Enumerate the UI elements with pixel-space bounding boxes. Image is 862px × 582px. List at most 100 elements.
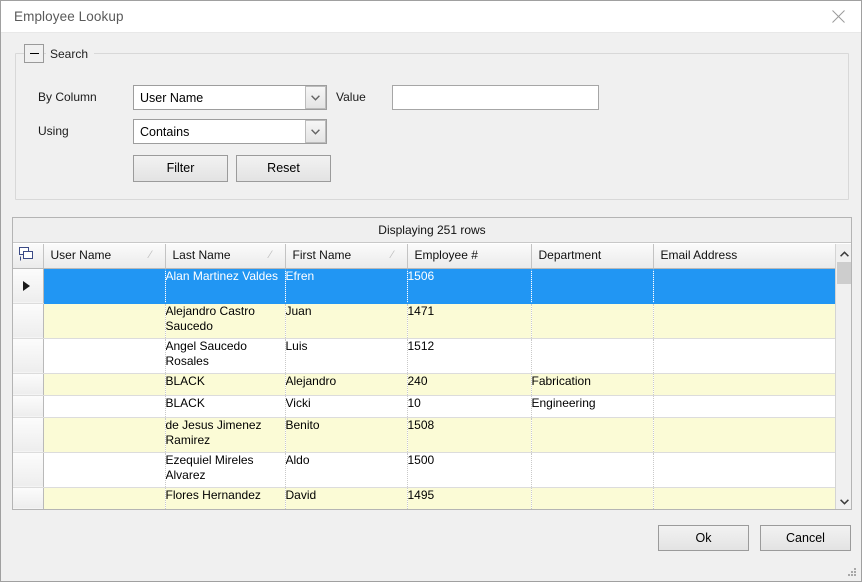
table-cell[interactable]: 1512: [407, 338, 532, 374]
employee-grid-panel: Displaying 251 rows User Name ⁄ Last Nam…: [12, 217, 852, 510]
table-cell[interactable]: Efren: [285, 268, 408, 304]
table-cell[interactable]: Benito: [285, 417, 408, 453]
row-header-cell[interactable]: [13, 338, 44, 374]
table-cell[interactable]: 10: [407, 395, 532, 418]
table-cell[interactable]: [653, 452, 838, 488]
grid-vertical-scrollbar[interactable]: [835, 244, 851, 509]
table-cell[interactable]: 1471: [407, 303, 532, 339]
table-cell[interactable]: de Jesus Jimenez Ramirez: [165, 417, 286, 453]
table-cell[interactable]: Alan Martinez Valdes: [165, 268, 286, 304]
table-cell[interactable]: Engineering: [531, 395, 654, 418]
row-header-cell[interactable]: [13, 268, 44, 304]
employee-lookup-dialog: Employee Lookup Search By Column User Na…: [0, 0, 862, 582]
chevron-down-icon[interactable]: [305, 86, 326, 109]
collapse-search-button[interactable]: [24, 44, 44, 63]
table-cell[interactable]: Flores Hernandez: [165, 487, 286, 509]
table-row[interactable]: Alejandro Castro Saucedo Juan 1471: [13, 303, 838, 339]
table-cell[interactable]: [653, 268, 838, 304]
sort-glyph-icon[interactable]: ⁄: [150, 249, 158, 261]
table-cell[interactable]: 1495: [407, 487, 532, 509]
row-header-cell[interactable]: [13, 452, 44, 488]
close-button[interactable]: [815, 1, 861, 32]
row-header-cell[interactable]: [13, 373, 44, 396]
table-header-row: User Name ⁄ Last Name ⁄ First Name ⁄ Emp…: [13, 244, 838, 269]
table-row[interactable]: BLACK Alejandro 240 Fabrication: [13, 373, 838, 396]
table-cell[interactable]: 1506: [407, 268, 532, 304]
table-cell[interactable]: [531, 487, 654, 509]
table-body: Alan Martinez Valdes Efren 1506 Alejandro C…: [13, 268, 838, 509]
table-cell[interactable]: Alejandro: [285, 373, 408, 396]
resize-grip-icon[interactable]: [846, 566, 858, 578]
column-header-email-address[interactable]: Email Address: [653, 244, 838, 269]
table-cell[interactable]: Aldo: [285, 452, 408, 488]
column-header-first-name[interactable]: First Name ⁄: [285, 244, 408, 269]
select-all-corner[interactable]: [13, 244, 44, 269]
table-cell[interactable]: [531, 417, 654, 453]
table-cell[interactable]: Luis: [285, 338, 408, 374]
row-header-cell[interactable]: [13, 417, 44, 453]
row-header-cell[interactable]: [13, 303, 44, 339]
table-cell[interactable]: [43, 338, 166, 374]
row-header-cell[interactable]: [13, 487, 44, 509]
table-cell[interactable]: [531, 338, 654, 374]
reset-button[interactable]: Reset: [236, 155, 331, 182]
row-header-cell[interactable]: [13, 395, 44, 418]
table-cell[interactable]: [653, 487, 838, 509]
grid-scroll-region[interactable]: User Name ⁄ Last Name ⁄ First Name ⁄ Emp…: [13, 244, 851, 509]
table-cell[interactable]: 1508: [407, 417, 532, 453]
chevron-down-icon[interactable]: [305, 120, 326, 143]
title-bar: Employee Lookup: [1, 1, 861, 33]
table-cell[interactable]: Angel Saucedo Rosales: [165, 338, 286, 374]
by-column-select[interactable]: User Name: [133, 85, 327, 110]
column-header-user-name[interactable]: User Name ⁄: [43, 244, 166, 269]
table-cell[interactable]: [653, 303, 838, 339]
table-cell[interactable]: Vicki: [285, 395, 408, 418]
sort-glyph-icon[interactable]: ⁄: [270, 249, 278, 261]
table-cell[interactable]: [531, 452, 654, 488]
row-selector-arrow-icon: [23, 280, 30, 291]
table-cell[interactable]: [43, 373, 166, 396]
table-cell[interactable]: [43, 487, 166, 509]
scrollbar-thumb[interactable]: [837, 262, 851, 284]
column-label: Email Address: [660, 248, 738, 262]
sort-glyph-icon[interactable]: ⁄: [392, 249, 400, 261]
table-cell[interactable]: [531, 303, 654, 339]
scroll-up-button[interactable]: [836, 244, 852, 261]
table-cell[interactable]: David: [285, 487, 408, 509]
column-header-employee-number[interactable]: Employee #: [407, 244, 532, 269]
table-cell[interactable]: Ezequiel Mireles Alvarez: [165, 452, 286, 488]
table-cell[interactable]: [653, 373, 838, 396]
table-cell[interactable]: [43, 268, 166, 304]
table-cell[interactable]: [43, 417, 166, 453]
table-cell[interactable]: [653, 338, 838, 374]
table-cell[interactable]: [531, 268, 654, 304]
table-row[interactable]: Alan Martinez Valdes Efren 1506: [13, 268, 838, 304]
column-header-last-name[interactable]: Last Name ⁄: [165, 244, 286, 269]
table-cell[interactable]: Alejandro Castro Saucedo: [165, 303, 286, 339]
value-label: Value: [336, 90, 366, 104]
table-row[interactable]: Angel Saucedo Rosales Luis 1512: [13, 338, 838, 374]
ok-button[interactable]: Ok: [658, 525, 749, 551]
employee-table: User Name ⁄ Last Name ⁄ First Name ⁄ Emp…: [13, 244, 838, 509]
table-cell[interactable]: [43, 303, 166, 339]
scroll-down-button[interactable]: [836, 492, 852, 509]
table-cell[interactable]: 1500: [407, 452, 532, 488]
table-cell[interactable]: [43, 452, 166, 488]
column-header-department[interactable]: Department: [531, 244, 654, 269]
table-row[interactable]: BLACK Vicki 10 Engineering: [13, 395, 838, 418]
table-cell[interactable]: Juan: [285, 303, 408, 339]
value-input[interactable]: [392, 85, 599, 110]
table-row[interactable]: Flores Hernandez David 1495: [13, 487, 838, 509]
table-cell[interactable]: [653, 395, 838, 418]
table-row[interactable]: de Jesus Jimenez Ramirez Benito 1508: [13, 417, 838, 453]
table-cell[interactable]: BLACK: [165, 395, 286, 418]
cancel-button[interactable]: Cancel: [760, 525, 851, 551]
table-cell[interactable]: BLACK: [165, 373, 286, 396]
table-cell[interactable]: Fabrication: [531, 373, 654, 396]
using-select[interactable]: Contains: [133, 119, 327, 144]
filter-button[interactable]: Filter: [133, 155, 228, 182]
table-cell[interactable]: [43, 395, 166, 418]
table-cell[interactable]: 240: [407, 373, 532, 396]
table-cell[interactable]: [653, 417, 838, 453]
table-row[interactable]: Ezequiel Mireles Alvarez Aldo 1500: [13, 452, 838, 488]
